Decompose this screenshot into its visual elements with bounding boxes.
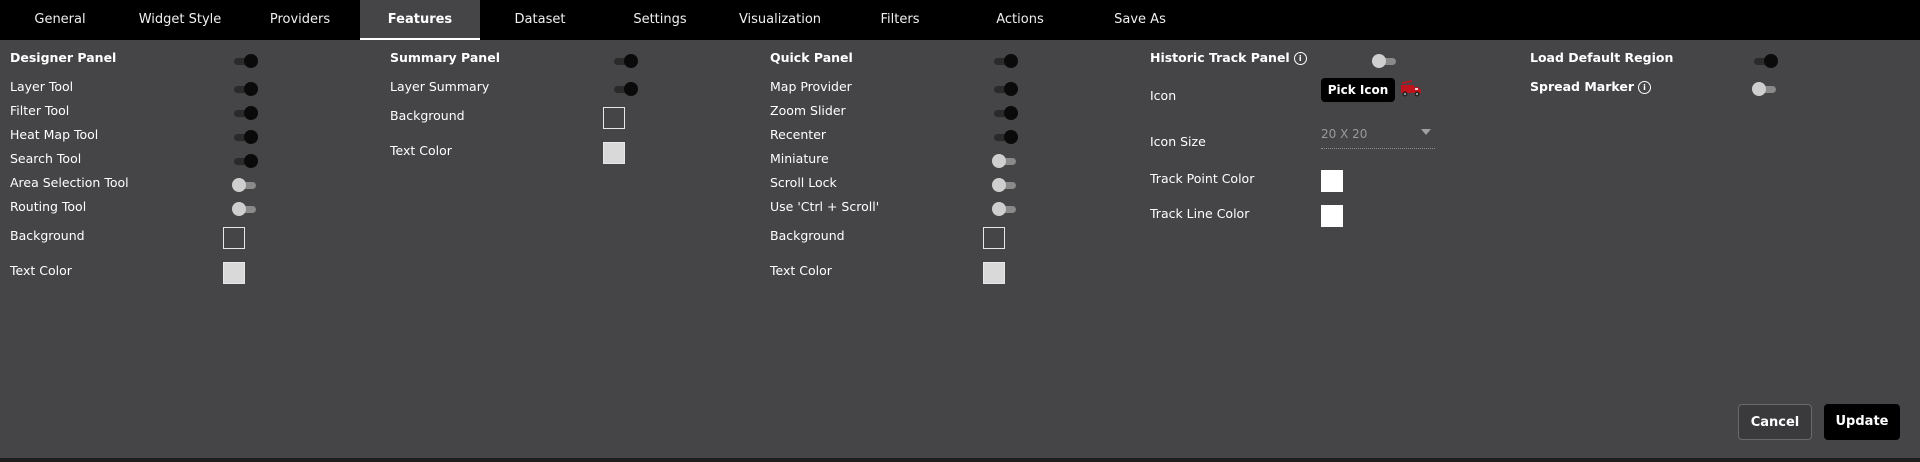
quick-panel-toggle[interactable] bbox=[992, 54, 1018, 68]
track-line-color-swatch[interactable] bbox=[1321, 205, 1343, 227]
spread-marker-label: Spread Marker i bbox=[1530, 79, 1651, 94]
area-selection-tool-label: Area Selection Tool bbox=[10, 175, 129, 190]
layer-tool-toggle[interactable] bbox=[232, 82, 258, 96]
layer-summary-toggle[interactable] bbox=[612, 82, 638, 96]
miniature-toggle[interactable] bbox=[992, 154, 1018, 168]
fire-truck-icon bbox=[1400, 80, 1422, 98]
icon-size-select[interactable]: 20 X 20 bbox=[1321, 124, 1435, 149]
layer-tool-label: Layer Tool bbox=[10, 79, 74, 94]
search-tool-label: Search Tool bbox=[10, 151, 82, 166]
historic-track-panel-title-text: Historic Track Panel bbox=[1150, 50, 1290, 65]
quick-panel-title: Quick Panel bbox=[770, 50, 853, 65]
cancel-button[interactable]: Cancel bbox=[1738, 404, 1812, 440]
quick-background-swatch[interactable] bbox=[983, 227, 1005, 249]
summary-text-color-swatch[interactable] bbox=[603, 142, 625, 164]
designer-text-color-swatch[interactable] bbox=[223, 262, 245, 284]
layer-summary-label: Layer Summary bbox=[390, 79, 490, 94]
quick-text-color-swatch[interactable] bbox=[983, 262, 1005, 284]
scroll-lock-toggle[interactable] bbox=[992, 178, 1018, 192]
historic-track-panel-title: Historic Track Panel i bbox=[1150, 50, 1307, 65]
ctrl-scroll-toggle[interactable] bbox=[992, 202, 1018, 216]
summary-background-swatch[interactable] bbox=[603, 107, 625, 129]
recenter-toggle[interactable] bbox=[992, 130, 1018, 144]
designer-text-color-label: Text Color bbox=[10, 263, 72, 278]
icon-size-label: Icon Size bbox=[1150, 134, 1206, 149]
search-tool-toggle[interactable] bbox=[232, 154, 258, 168]
tab-providers[interactable]: Providers bbox=[250, 0, 350, 40]
filter-tool-label: Filter Tool bbox=[10, 103, 70, 118]
miniature-label: Miniature bbox=[770, 151, 829, 166]
spread-marker-toggle[interactable] bbox=[1752, 82, 1778, 96]
tab-general[interactable]: General bbox=[10, 0, 110, 40]
ctrl-scroll-label: Use 'Ctrl + Scroll' bbox=[770, 199, 880, 214]
info-icon[interactable]: i bbox=[1293, 52, 1307, 65]
track-point-color-label: Track Point Color bbox=[1150, 171, 1255, 186]
spread-marker-label-text: Spread Marker bbox=[1530, 79, 1634, 94]
pick-icon-button[interactable]: Pick Icon bbox=[1321, 78, 1395, 102]
tab-widget-style[interactable]: Widget Style bbox=[130, 0, 230, 40]
icon-size-value: 20 X 20 bbox=[1321, 127, 1368, 141]
bottom-scrollbar[interactable] bbox=[0, 458, 1920, 462]
load-default-region-toggle[interactable] bbox=[1752, 54, 1778, 68]
zoom-slider-label: Zoom Slider bbox=[770, 103, 846, 118]
scroll-lock-label: Scroll Lock bbox=[770, 175, 837, 190]
designer-panel-toggle[interactable] bbox=[232, 54, 258, 68]
area-selection-tool-toggle[interactable] bbox=[232, 178, 258, 192]
designer-background-swatch[interactable] bbox=[223, 227, 245, 249]
quick-text-color-label: Text Color bbox=[770, 263, 832, 278]
filter-tool-toggle[interactable] bbox=[232, 106, 258, 120]
tab-dataset[interactable]: Dataset bbox=[490, 0, 590, 40]
update-button[interactable]: Update bbox=[1824, 404, 1900, 440]
chevron-down-icon bbox=[1421, 129, 1431, 135]
tab-visualization[interactable]: Visualization bbox=[730, 0, 830, 40]
icon-label: Icon bbox=[1150, 88, 1177, 103]
summary-panel-toggle[interactable] bbox=[612, 54, 638, 68]
heat-map-tool-toggle[interactable] bbox=[232, 130, 258, 144]
tab-save-as[interactable]: Save As bbox=[1090, 0, 1190, 40]
tab-bar: General Widget Style Providers Features … bbox=[0, 0, 1920, 40]
historic-track-panel-toggle[interactable] bbox=[1372, 54, 1398, 68]
track-line-color-label: Track Line Color bbox=[1150, 206, 1250, 221]
designer-background-label: Background bbox=[10, 228, 85, 243]
designer-panel-title: Designer Panel bbox=[10, 50, 117, 65]
recenter-label: Recenter bbox=[770, 127, 827, 142]
routing-tool-toggle[interactable] bbox=[232, 202, 258, 216]
track-point-color-swatch[interactable] bbox=[1321, 170, 1343, 192]
load-default-region-label: Load Default Region bbox=[1530, 50, 1674, 65]
info-icon[interactable]: i bbox=[1638, 81, 1651, 94]
tab-actions[interactable]: Actions bbox=[970, 0, 1070, 40]
heat-map-tool-label: Heat Map Tool bbox=[10, 127, 99, 142]
routing-tool-label: Routing Tool bbox=[10, 199, 87, 214]
tab-filters[interactable]: Filters bbox=[850, 0, 950, 40]
zoom-slider-toggle[interactable] bbox=[992, 106, 1018, 120]
map-provider-toggle[interactable] bbox=[992, 82, 1018, 96]
map-provider-label: Map Provider bbox=[770, 79, 852, 94]
summary-panel-title: Summary Panel bbox=[390, 50, 500, 65]
tab-features[interactable]: Features bbox=[360, 0, 480, 40]
summary-text-color-label: Text Color bbox=[390, 143, 452, 158]
summary-background-label: Background bbox=[390, 108, 465, 123]
quick-background-label: Background bbox=[770, 228, 845, 243]
tab-settings[interactable]: Settings bbox=[610, 0, 710, 40]
